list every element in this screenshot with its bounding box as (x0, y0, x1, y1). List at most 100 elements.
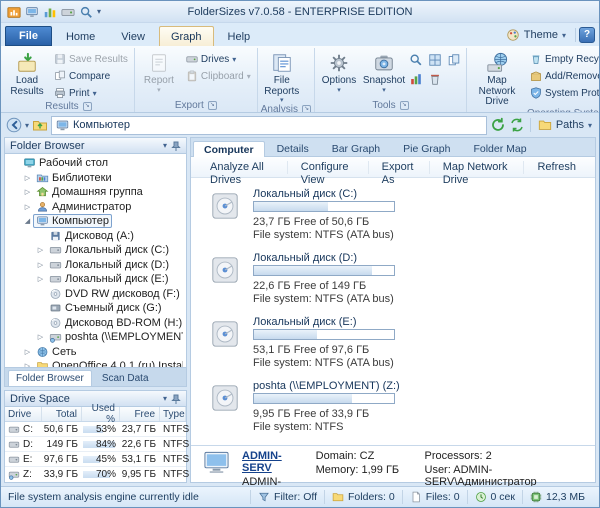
panel-menu-caret[interactable]: ▾ (163, 141, 167, 150)
ribbon-tab[interactable]: Home (54, 26, 107, 46)
trash-icon[interactable] (427, 71, 443, 87)
tree-item[interactable]: ▷ Локальный диск (C:) (5, 243, 186, 258)
system-protection-button[interactable]: System Protection (527, 85, 599, 101)
computer-name-link[interactable]: ADMIN-SERV (242, 450, 304, 474)
report-button[interactable]: Report ▾ (138, 49, 180, 99)
pin-icon[interactable] (171, 394, 181, 404)
dialog-launcher-icon[interactable]: ↘ (207, 101, 217, 110)
ribbon-tab[interactable]: Help (216, 26, 263, 46)
drives-button[interactable]: Drives ▾ (183, 51, 254, 67)
file-reports-button[interactable]: File Reports ▾ (261, 49, 303, 104)
tree-item[interactable]: ▷ Локальный диск (E:) (5, 272, 186, 287)
load-results-button[interactable]: Load Results (6, 49, 48, 99)
drive-item[interactable]: Локальный диск (D:) 22,6 ГБ Free of 149 … (207, 252, 595, 305)
address-field[interactable]: Компьютер (51, 115, 487, 135)
expand-arrow-icon[interactable]: ◢ (22, 217, 33, 225)
left-panel-tab[interactable]: Folder Browser (8, 370, 92, 386)
view-tab[interactable]: Pie Graph (392, 140, 461, 156)
col-total[interactable]: Total (42, 407, 82, 421)
save-results-button[interactable]: Save Results (51, 51, 131, 67)
paths-button[interactable]: Paths ▾ (536, 118, 594, 132)
tree-item[interactable]: ▷ Администратор (5, 200, 186, 215)
tree-item[interactable]: Рабочий стол (5, 156, 186, 171)
tree-item[interactable]: ▷ poshta (\\EMPLOYMENT) (Z:) (5, 330, 186, 345)
drive-name[interactable]: Локальный диск (D:) (253, 252, 395, 264)
view-tab[interactable]: Details (266, 140, 320, 156)
help-button[interactable]: ? (579, 27, 595, 43)
drive-name[interactable]: poshta (\\EMPLOYMENT) (Z:) (253, 380, 400, 392)
tree-item[interactable]: ▷ Домашняя группа (5, 185, 186, 200)
theme-button[interactable]: Theme ▾ (500, 26, 572, 44)
add-remove-programs-button[interactable]: Add/Remove Programs (527, 68, 599, 84)
tree-item[interactable]: ▷ OpenOffice 4.0.1 (ru) Installation 1 (5, 359, 186, 367)
up-one-level-button[interactable] (32, 117, 48, 133)
tree-item[interactable]: Дисковод BD-ROM (H:) (5, 316, 186, 331)
snapshot-button[interactable]: Snapshot ▾ (363, 49, 405, 99)
left-panel-tab[interactable]: Scan Data (94, 370, 157, 386)
expand-arrow-icon[interactable]: ▷ (35, 261, 46, 269)
drive-space-row[interactable]: C: 50,6 ГБ 53% 23,7 ГБ NTFS (5, 422, 189, 437)
view-tab[interactable]: Computer (193, 141, 265, 157)
drive-space-row[interactable]: D: 149 ГБ 84% 22,6 ГБ NTFS (5, 437, 189, 452)
drive-space-row[interactable]: Z: 33,9 ГБ 70% 9,95 ГБ NTFS (5, 467, 189, 482)
tree-item[interactable]: Дисковод (A:) (5, 229, 186, 244)
tree-item[interactable]: ▷ Сеть (5, 345, 186, 360)
expand-arrow-icon[interactable]: ▷ (22, 203, 33, 211)
toolbar-link[interactable]: Refresh (524, 161, 589, 174)
dialog-launcher-icon[interactable]: ↘ (302, 105, 311, 112)
status-item[interactable]: Files: 0 (401, 490, 467, 504)
qat-dropdown-caret[interactable]: ▾ (97, 7, 101, 16)
expand-arrow-icon[interactable]: ▷ (35, 333, 46, 341)
pin-icon[interactable] (171, 141, 181, 151)
map-network-drive-button[interactable]: Map Network Drive (470, 49, 524, 108)
drive-item[interactable]: Локальный диск (E:) 53,1 ГБ Free of 97,6… (207, 316, 595, 369)
drive-name[interactable]: Локальный диск (C:) (253, 188, 395, 200)
options-button[interactable]: Options ▾ (318, 49, 360, 99)
toolbar-link[interactable]: Configure View (288, 160, 369, 186)
tree-item[interactable]: ▷ Локальный диск (D:) (5, 258, 186, 273)
sync-button[interactable] (509, 117, 525, 133)
toolbar-link[interactable]: Export As (369, 160, 430, 186)
tree-item[interactable]: ◢ Компьютер (5, 214, 186, 229)
toolbar-link[interactable]: Map Network Drive (430, 160, 525, 186)
search-icon[interactable] (408, 52, 424, 68)
clipboard-button[interactable]: Clipboard ▾ (183, 68, 254, 84)
col-free[interactable]: Free (120, 407, 160, 421)
t-search-icon[interactable] (79, 5, 93, 19)
grid-icon[interactable] (427, 52, 443, 68)
tree-item[interactable]: DVD RW дисковод (F:) (5, 287, 186, 302)
drive-item[interactable]: poshta (\\EMPLOYMENT) (Z:) 9,95 ГБ Free … (207, 380, 595, 433)
expand-arrow-icon[interactable]: ▷ (35, 246, 46, 254)
status-item[interactable]: 12,3 МБ (522, 490, 592, 504)
dialog-launcher-icon[interactable]: ↘ (82, 102, 92, 111)
expand-arrow-icon[interactable]: ▷ (35, 275, 46, 283)
chart-sm-icon[interactable] (408, 71, 424, 87)
history-dropdown-caret[interactable]: ▾ (25, 121, 29, 130)
empty-recycle-bin-button[interactable]: Empty Recycle Bin (527, 51, 599, 67)
col-used[interactable]: Used % (82, 403, 120, 425)
ribbon-tab[interactable]: Graph (158, 26, 214, 46)
col-drive[interactable]: Drive (5, 407, 42, 421)
status-item[interactable]: 0 сек (466, 490, 522, 504)
panel-menu-caret[interactable]: ▾ (163, 394, 167, 403)
expand-arrow-icon[interactable]: ▷ (22, 174, 33, 182)
back-button[interactable] (6, 117, 22, 133)
drive-item[interactable]: Локальный диск (C:) 23,7 ГБ Free of 50,6… (207, 188, 595, 241)
app-logo-icon[interactable] (7, 5, 21, 19)
ribbon-tab[interactable]: File (5, 26, 52, 46)
view-tab[interactable]: Bar Graph (321, 140, 391, 156)
toolbar-link[interactable]: Analyze All Drives (197, 160, 288, 186)
ribbon-tab[interactable]: View (109, 26, 157, 46)
t-chart-icon[interactable] (43, 5, 57, 19)
expand-arrow-icon[interactable]: ▷ (22, 348, 33, 356)
view-tab[interactable]: Folder Map (462, 140, 537, 156)
tree-item[interactable]: ▷ Библиотеки (5, 171, 186, 186)
status-item[interactable]: Folders: 0 (324, 490, 402, 504)
tree-item[interactable]: Съемный диск (G:) (5, 301, 186, 316)
col-type[interactable]: Type (160, 407, 186, 421)
t-monitor-icon[interactable] (25, 5, 39, 19)
t-disk-icon[interactable] (61, 5, 75, 19)
dialog-launcher-icon[interactable]: ↘ (399, 101, 409, 110)
print-button[interactable]: Print ▾ (51, 85, 131, 101)
refresh-button[interactable] (490, 117, 506, 133)
